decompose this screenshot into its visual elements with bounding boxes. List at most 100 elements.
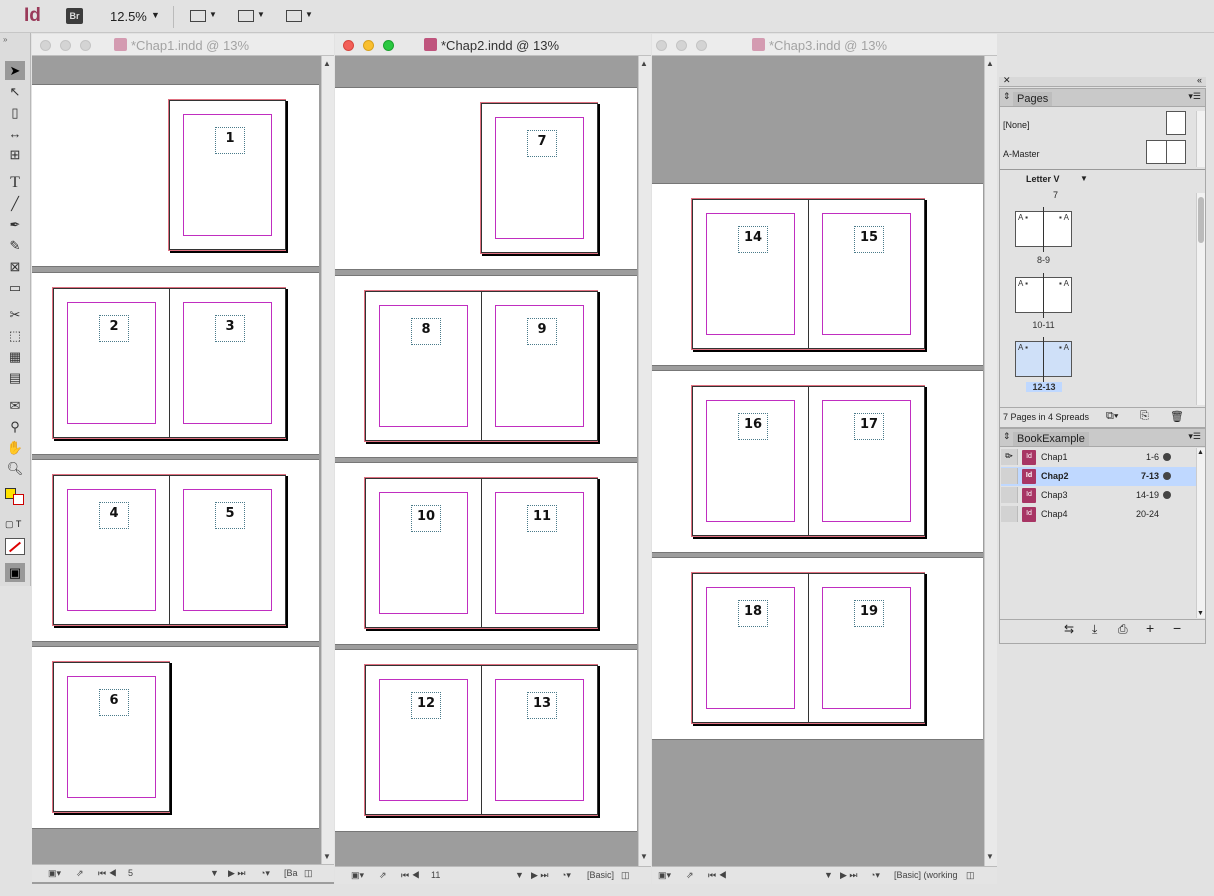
scroll-down-icon[interactable]: ▼ [986,852,994,861]
new-page-icon[interactable]: ⎘ [1140,410,1149,423]
minimize-button[interactable] [60,40,71,51]
page-number-field[interactable]: 5 [128,868,133,878]
page[interactable]: 1 [169,100,286,250]
spread-thumbnail[interactable]: A ▪ ▪ A [1015,273,1072,318]
book-chapter-row[interactable]: Id Chap2 7-13 [1001,467,1196,486]
screen-mode-icon[interactable]: ▼ [238,8,265,24]
vertical-scrollbar[interactable]: ▲ ▼ [984,56,997,866]
line-tool-icon[interactable]: ╱ [5,194,25,213]
page[interactable]: 8 [365,291,482,441]
close-icon[interactable]: ✕ [1003,75,1011,86]
preview-icon[interactable]: ▣▾ [48,868,61,879]
tab-book[interactable]: BookExample [1013,432,1089,446]
spread[interactable]: 16 17 [691,385,925,537]
spread[interactable]: 8 9 [364,290,598,442]
formatting-container-icon[interactable]: ▢ T [5,519,21,530]
preflight-profile[interactable]: [Basic] (working [894,870,958,880]
free-transform-icon[interactable]: ⬚ [5,326,25,345]
style-source-toggle[interactable] [1001,487,1018,503]
first-page-icon[interactable]: ⏮ ◀ [708,870,727,881]
close-button[interactable] [40,40,51,51]
remove-document-icon[interactable]: − [1173,620,1181,636]
book-chapter-row[interactable]: Id Chap4 20-24 [1001,505,1196,524]
share-icon[interactable]: ⇗ [379,870,387,881]
spread[interactable]: 2 3 [52,287,286,439]
zoom-button[interactable] [696,40,707,51]
page[interactable]: 7 [481,103,598,253]
style-source-toggle[interactable] [1001,468,1018,484]
preflight-icon[interactable]: ◔▾ [260,868,270,879]
close-button[interactable] [656,40,667,51]
chevron-down-icon[interactable]: ▼ [1080,174,1088,183]
masters-scrollbar[interactable] [1196,111,1205,167]
document-window-chap1[interactable]: *Chap1.indd @ 13% 1 2 3 4 5 6 ▲ ▼ ▣▾ ⇗ ⏮ … [32,34,334,884]
gradient-feather-icon[interactable]: ▤ [5,368,25,387]
preflight-profile[interactable]: [Ba [284,868,298,878]
document-window-chap3[interactable]: *Chap3.indd @ 13% 14 15 16 17 18 19 ▲ ▼ ▣… [652,34,997,884]
zoom-tool-icon[interactable]: 🔍︎ [5,459,25,478]
panel-menu-icon[interactable]: ▾☰ [1188,431,1201,442]
page[interactable]: 2 [53,288,170,438]
collapse-icon[interactable]: « [1197,75,1202,85]
pages-scrollbar[interactable] [1196,193,1205,405]
collapse-icon[interactable]: » [3,35,7,44]
pen-tool-icon[interactable]: ✒ [5,215,25,234]
preflight-profile[interactable]: [Basic] [587,870,614,880]
book-scrollbar[interactable]: ▲ ▼ [1196,448,1205,618]
synchronize-icon[interactable]: ⇆ [1064,622,1074,636]
page-number-field[interactable]: 11 [431,870,440,880]
minimize-button[interactable] [363,40,374,51]
zoom-level[interactable]: 12.5% [110,9,147,24]
spread[interactable]: 12 13 [364,664,598,816]
page[interactable]: 17 [808,386,925,536]
pencil-tool-icon[interactable]: ✎ [5,236,25,255]
close-button[interactable] [343,40,354,51]
zoom-button[interactable] [80,40,91,51]
spread[interactable]: 18 19 [691,572,925,724]
minimize-button[interactable] [676,40,687,51]
direct-selection-icon[interactable]: ↖ [5,82,25,101]
expand-icon[interactable]: ⇕ [1003,431,1011,442]
spread-view-icon[interactable]: ◫ [304,868,313,879]
page[interactable]: 19 [808,573,925,723]
book-chapter-row[interactable]: ⧉▸ Id Chap1 1-6 [1001,448,1196,467]
panel-menu-icon[interactable]: ▾☰ [1188,91,1201,102]
rectangle-tool-icon[interactable]: ▭ [5,278,25,297]
save-book-icon[interactable]: ⤓ [1092,622,1097,637]
chevron-down-icon[interactable]: ▼ [515,870,524,880]
gradient-swatch-icon[interactable]: ▦ [5,347,25,366]
share-icon[interactable]: ⇗ [76,868,84,879]
page-tool-icon[interactable]: ▯ [5,103,25,122]
page[interactable]: 11 [481,478,598,628]
style-source-toggle[interactable] [1001,506,1018,522]
spread[interactable]: 14 15 [691,198,925,350]
rectangle-frame-icon[interactable]: ⊠ [5,257,25,276]
eyedropper-icon[interactable]: ⚲ [5,417,25,436]
chevron-down-icon[interactable]: ▼ [824,870,833,880]
book-chapter-row[interactable]: Id Chap3 14-19 [1001,486,1196,505]
vertical-scrollbar[interactable]: ▲ ▼ [321,56,334,866]
next-page-icon[interactable]: ▶ ⏭ [840,870,858,881]
scroll-up-icon[interactable]: ▲ [323,59,331,68]
arrange-documents-icon[interactable]: ▼ [286,8,313,24]
gap-tool-icon[interactable]: ↔ [5,124,25,143]
master-a[interactable]: A-Master [1003,149,1040,159]
vertical-scrollbar[interactable]: ▲ ▼ [638,56,651,866]
trash-icon[interactable]: 🗑︎ [1170,410,1184,423]
page[interactable]: 3 [169,288,286,438]
master-thumbnail[interactable] [1146,140,1186,164]
page[interactable]: 4 [53,475,170,625]
page[interactable]: 6 [53,662,170,812]
page[interactable]: 14 [692,199,809,349]
scroll-up-icon[interactable]: ▲ [640,59,648,68]
spread-thumbnail-selected[interactable]: A ▪ ▪ A [1015,337,1072,382]
spread[interactable]: 4 5 [52,474,286,626]
scissors-icon[interactable]: ✂ [5,305,25,324]
master-thumbnail[interactable] [1166,111,1186,135]
spread[interactable]: 6 [52,661,170,813]
page[interactable]: 10 [365,478,482,628]
next-page-icon[interactable]: ▶ ⏭ [228,868,246,879]
hand-tool-icon[interactable]: ✋ [5,438,25,457]
zoom-button[interactable] [383,40,394,51]
print-icon[interactable]: ⎙ [1118,622,1128,637]
